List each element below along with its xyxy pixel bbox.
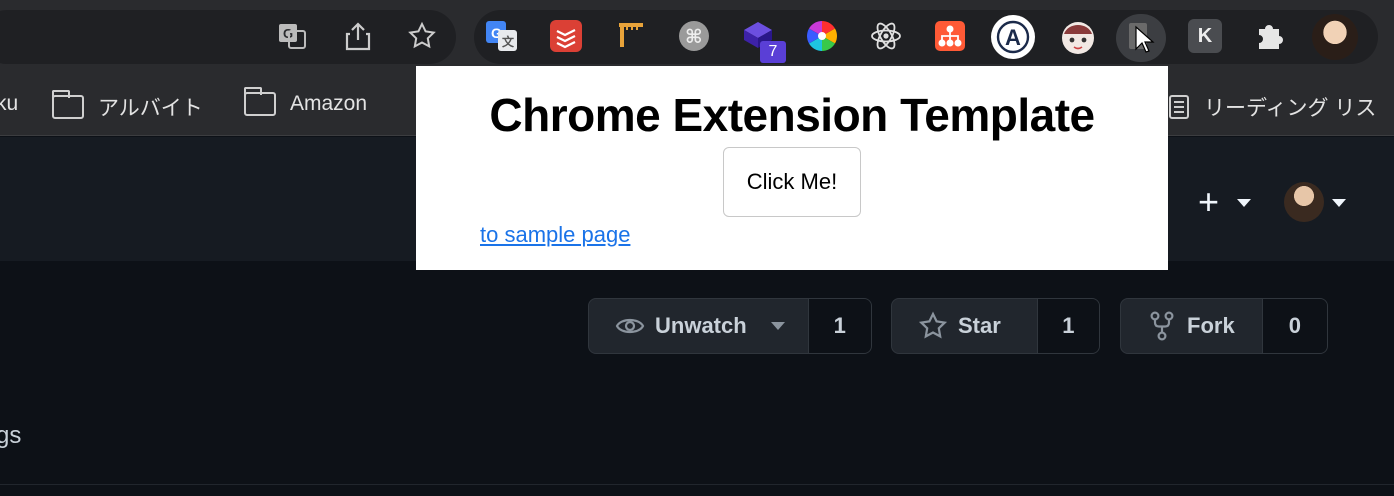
bookmark-label: Amazon (290, 92, 368, 115)
bookmark-folder-amazon[interactable]: Amazon (244, 87, 368, 116)
bookmark-item[interactable]: ku (0, 92, 18, 116)
section-divider (0, 484, 1394, 485)
a-circle-extension-icon[interactable]: A (990, 14, 1036, 60)
extensions-puzzle-icon[interactable] (1252, 18, 1288, 54)
unwatch-caret-icon (770, 322, 785, 330)
star-label: Star (958, 313, 1001, 338)
create-new-caret-icon[interactable] (1237, 199, 1251, 207)
star-button[interactable]: Star (892, 299, 1037, 353)
folder-icon (244, 87, 276, 116)
create-new-plus-icon[interactable]: + (1198, 184, 1219, 220)
anime-character-extension-icon[interactable] (1058, 16, 1098, 56)
address-bar[interactable] (0, 10, 456, 64)
unwatch-button[interactable]: Unwatch (589, 299, 808, 353)
command-key-extension-icon[interactable]: ⌘ (676, 18, 712, 54)
forks-count[interactable]: 0 (1261, 299, 1327, 353)
avatar-caret-icon[interactable] (1332, 199, 1346, 207)
fork-button-group: Fork 0 (1120, 298, 1328, 354)
bookmark-folder-arubaito[interactable]: アルバイト (52, 90, 203, 122)
active-template-extension-icon[interactable] (1116, 14, 1166, 62)
click-me-button[interactable]: Click Me! (723, 147, 861, 217)
star-button-group: Star 1 (891, 298, 1100, 354)
k-extension-icon[interactable]: K (1188, 19, 1222, 53)
extension-popup: Chrome Extension Template Click Me! to s… (416, 66, 1168, 270)
profile-avatar[interactable] (1312, 14, 1358, 60)
stars-count[interactable]: 1 (1036, 299, 1099, 353)
color-wheel-extension-icon[interactable] (804, 18, 840, 54)
ruler-extension-icon[interactable] (612, 18, 648, 54)
bookmark-label: ku (0, 92, 19, 115)
fork-button[interactable]: Fork (1121, 299, 1262, 353)
extensions-bar (474, 10, 1378, 64)
unwatch-button-group: Unwatch 1 (588, 298, 872, 354)
svg-text:⌘: ⌘ (685, 26, 703, 48)
extension-badge-count: 7 (760, 41, 786, 63)
browser-toolbar: G G文 ⌘ 7 A K (0, 0, 1394, 74)
sitemap-extension-icon[interactable] (932, 18, 968, 54)
react-devtools-extension-icon[interactable] (868, 18, 904, 54)
truncated-tab-text: gs (0, 422, 22, 449)
translate-icon[interactable]: G (276, 20, 308, 52)
reading-list-label: リーディング リス (1204, 97, 1377, 120)
svg-text:A: A (1005, 25, 1021, 50)
folder-icon (52, 90, 84, 119)
popup-title: Chrome Extension Template (489, 89, 1095, 141)
google-translate-extension-icon[interactable]: G文 (484, 18, 520, 54)
reading-list-icon (1169, 95, 1189, 119)
share-icon[interactable] (342, 20, 374, 52)
fork-icon (1147, 311, 1177, 341)
bookmark-label: アルバイト (98, 97, 203, 120)
star-icon (918, 311, 948, 341)
watchers-count[interactable]: 1 (807, 299, 871, 353)
bookmark-star-icon[interactable] (406, 20, 438, 52)
sample-page-link[interactable]: to sample page (480, 222, 630, 248)
eye-icon (615, 311, 645, 341)
unwatch-label: Unwatch (655, 313, 747, 338)
todoist-extension-icon[interactable] (548, 18, 584, 54)
reading-list-button[interactable]: リーディング リス (1168, 92, 1376, 122)
fork-label: Fork (1187, 313, 1235, 338)
svg-text:文: 文 (502, 34, 515, 49)
github-avatar[interactable] (1284, 182, 1324, 222)
